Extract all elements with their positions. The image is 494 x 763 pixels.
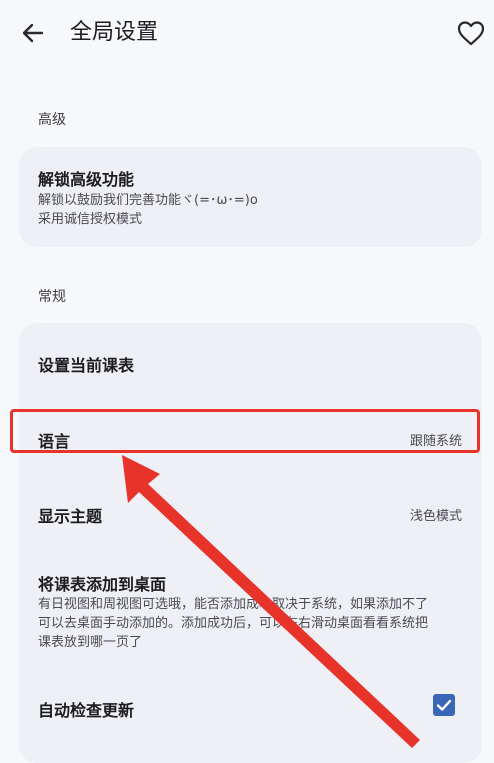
annotation-arrow-icon (122, 455, 420, 748)
